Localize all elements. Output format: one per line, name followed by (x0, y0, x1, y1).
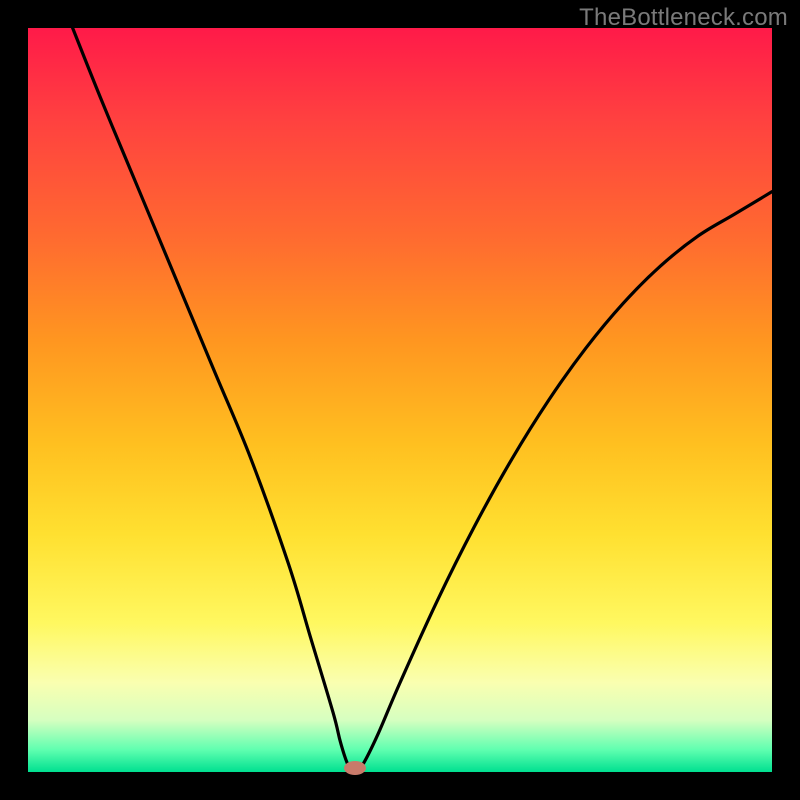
plot-area (28, 28, 772, 772)
watermark-text: TheBottleneck.com (579, 4, 788, 32)
chart-frame: TheBottleneck.com (0, 0, 800, 800)
optimal-point-marker (344, 761, 366, 775)
bottleneck-curve (28, 28, 772, 772)
